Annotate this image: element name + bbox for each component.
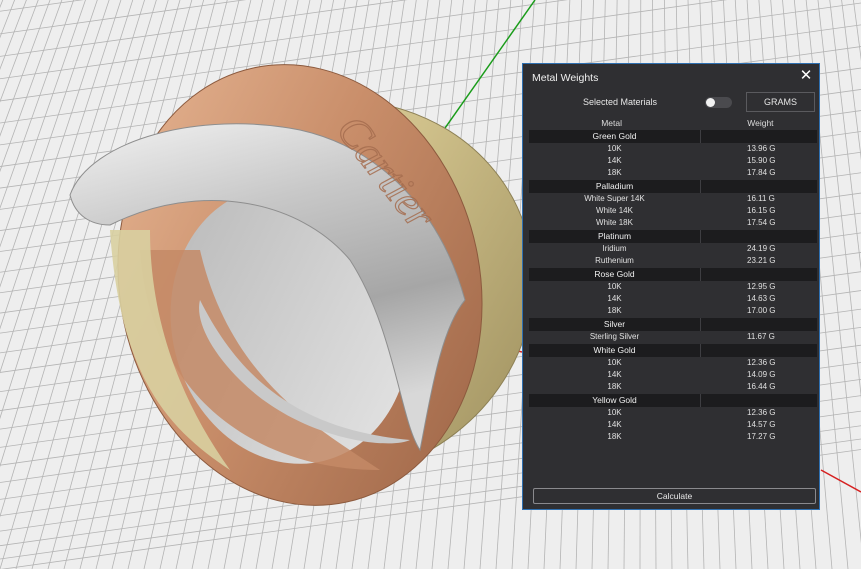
table-row: White Super 14K 16.11 G [529,193,817,205]
metal-cell: 14K [607,370,622,379]
weight-cell: 14.09 G [747,370,776,379]
group-header-row: White Gold [529,344,817,357]
group-header-row: Platinum [529,230,817,243]
metal-weights-panel: Metal Weights ✕ Selected Materials GRAMS… [522,63,820,510]
table-row: Iridium 24.19 G [529,243,817,255]
weight-cell: 16.11 G [747,194,775,203]
table-row: Ruthenium 23.21 G [529,255,817,267]
metal-cell: 18K [607,168,622,177]
metal-cell: Sterling Silver [589,332,640,341]
metal-cell: 18K [607,382,622,391]
table-row: 14K 14.09 G [529,369,817,381]
weight-cell: 17.84 G [747,168,776,177]
metal-cell: 14K [607,156,622,165]
table-row: 14K 15.90 G [529,155,817,167]
selected-materials-toggle[interactable] [705,97,732,108]
table-body: Green Gold 10K 13.96 G 14K 15.90 G 18K 17.84 G… [529,130,817,443]
weight-cell: 16.44 G [747,382,776,391]
metal-cell: 14K [607,420,622,429]
metal-cell: 10K [607,358,622,367]
weight-cell: 12.36 G [747,358,776,367]
weight-cell: 16.15 G [747,206,776,215]
table-row: White 14K 16.15 G [529,205,817,217]
group-name: Green Gold [529,130,701,143]
table-row: 18K 16.44 G [529,381,817,393]
weight-cell: 15.90 G [747,156,776,165]
toggle-knob [706,98,715,107]
table-row: 18K 17.27 G [529,431,817,443]
weight-column-header: Weight [747,118,774,128]
metal-cell: White Super 14K [584,194,645,203]
metal-cell: 10K [607,144,622,153]
table-row: 14K 14.63 G [529,293,817,305]
group-name: Silver [529,318,701,331]
table-row: 10K 12.36 G [529,357,817,369]
weight-cell: 14.57 G [747,420,776,429]
ring-model[interactable]: Cartier [69,30,583,539]
panel-title: Metal Weights [532,72,599,84]
group-header-row: Yellow Gold [529,394,817,407]
weights-table: Metal Weight Green Gold 10K 13.96 G 14K 15.9… [529,117,817,443]
weight-cell: 14.63 G [747,294,776,303]
weight-cell: 17.00 G [747,306,776,315]
metal-cell: 14K [607,294,622,303]
group-header-row: Green Gold [529,130,817,143]
selected-materials-label: Selected Materials [583,97,658,107]
group-header-row: Palladium [529,180,817,193]
metal-cell: 18K [607,432,622,441]
metal-cell: Ruthenium [595,256,634,265]
group-header-row: Rose Gold [529,268,817,281]
table-row: 10K 13.96 G [529,143,817,155]
weight-cell: 11.67 G [747,332,775,341]
weight-cell: 23.21 G [747,256,776,265]
table-row: Sterling Silver 11.67 G [529,331,817,343]
table-row: 18K 17.84 G [529,167,817,179]
group-name: Rose Gold [529,268,701,281]
table-row: 10K 12.95 G [529,281,817,293]
group-header-row: Silver [529,318,817,331]
weight-cell: 24.19 G [747,244,776,253]
metal-cell: 18K [607,306,622,315]
metal-cell: White 14K [596,206,633,215]
units-button[interactable]: GRAMS [746,92,815,112]
table-row: 10K 12.36 G [529,407,817,419]
group-name: Platinum [529,230,701,243]
weight-cell: 12.95 G [747,282,776,291]
metal-cell: Iridium [602,244,627,253]
table-row: White 18K 17.54 G [529,217,817,229]
table-header: Metal Weight [529,117,817,129]
weight-cell: 17.27 G [747,432,776,441]
metal-cell: 10K [607,408,622,417]
metal-column-header: Metal [601,118,623,128]
group-name: Palladium [529,180,701,193]
group-name: White Gold [529,344,701,357]
weight-cell: 17.54 G [747,218,776,227]
weight-cell: 13.96 G [747,144,776,153]
table-row: 18K 17.00 G [529,305,817,317]
table-row: 14K 14.57 G [529,419,817,431]
calculate-button[interactable]: Calculate [533,488,816,504]
weight-cell: 12.36 G [747,408,776,417]
group-name: Yellow Gold [529,394,701,407]
metal-cell: 10K [607,282,622,291]
close-icon[interactable]: ✕ [799,68,813,84]
metal-cell: White 18K [596,218,633,227]
